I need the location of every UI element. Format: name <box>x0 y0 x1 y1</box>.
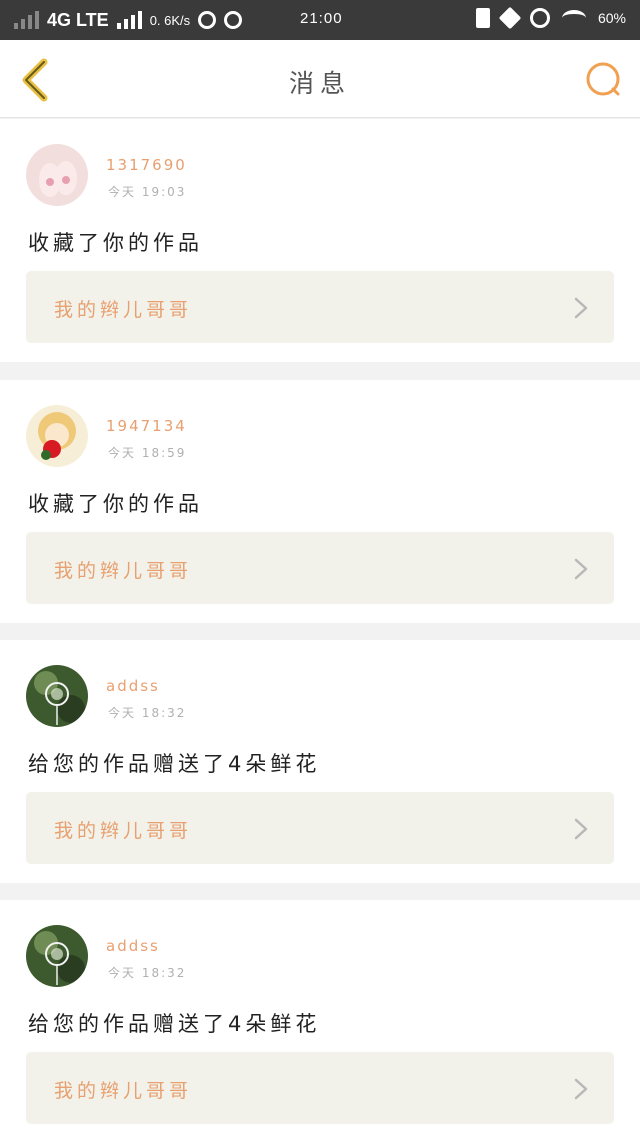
user-avatar[interactable] <box>26 925 88 987</box>
user-avatar[interactable] <box>26 665 88 727</box>
work-link[interactable]: 我的辫儿哥哥 <box>26 271 614 343</box>
sync-icon <box>224 11 243 29</box>
message-text: 收藏了你的作品 <box>28 231 203 255</box>
wifi-icon <box>561 10 586 26</box>
message-card: addss 今天 18:32 给您的作品赠送了4朵鲜花 我的辫儿哥哥 <box>0 900 640 1138</box>
search-button[interactable] <box>584 60 624 100</box>
wind-chime-avatar-icon <box>26 925 88 987</box>
work-link[interactable]: 我的辫儿哥哥 <box>26 792 614 864</box>
anime-girl-avatar-icon <box>26 405 88 467</box>
signal-strength-icon <box>116 11 142 29</box>
qq-icon <box>198 11 217 29</box>
work-title: 我的辫儿哥哥 <box>54 820 193 842</box>
message-text: 收藏了你的作品 <box>28 492 203 516</box>
username[interactable]: addss <box>106 677 160 695</box>
network-label: 4G LTE <box>47 9 109 30</box>
nav-header: 消息 <box>0 40 640 118</box>
search-icon <box>586 62 620 96</box>
work-title: 我的辫儿哥哥 <box>54 560 193 582</box>
message-card: 1947134 今天 18:59 收藏了你的作品 我的辫儿哥哥 <box>0 380 640 623</box>
message-text: 给您的作品赠送了4朵鲜花 <box>28 752 321 776</box>
page-title: 消息 <box>288 69 351 98</box>
wind-chime-avatar-icon <box>26 665 88 727</box>
message-time: 今天 19:03 <box>108 185 187 199</box>
message-card: addss 今天 18:32 给您的作品赠送了4朵鲜花 我的辫儿哥哥 <box>0 640 640 883</box>
work-link[interactable]: 我的辫儿哥哥 <box>26 1052 614 1124</box>
work-title: 我的辫儿哥哥 <box>54 299 193 321</box>
work-link[interactable]: 我的辫儿哥哥 <box>26 532 614 604</box>
work-title: 我的辫儿哥哥 <box>54 1080 193 1102</box>
mute-icon <box>498 6 522 30</box>
chevron-right-icon <box>574 818 588 840</box>
chevron-right-icon <box>574 297 588 319</box>
chevron-right-icon <box>574 1078 588 1100</box>
message-card: 1317690 今天 19:03 收藏了你的作品 我的辫儿哥哥 <box>0 119 640 362</box>
user-avatar[interactable] <box>26 144 88 206</box>
network-speed: 0. 6K/s <box>149 12 191 28</box>
status-bar: 4G LTE 0. 6K/s 21:00 60% <box>0 0 640 40</box>
message-time: 今天 18:32 <box>108 966 187 980</box>
username[interactable]: addss <box>106 937 160 955</box>
chevron-right-icon <box>574 558 588 580</box>
battery-percent: 60% <box>597 10 626 26</box>
message-time: 今天 18:32 <box>108 706 187 720</box>
username[interactable]: 1947134 <box>106 417 187 435</box>
message-time: 今天 18:59 <box>108 446 187 460</box>
clock-time: 21:00 <box>300 10 343 27</box>
battery-saver-icon <box>475 8 490 28</box>
user-avatar[interactable] <box>26 405 88 467</box>
username[interactable]: 1317690 <box>106 156 187 174</box>
signal-icon <box>14 11 39 29</box>
pink-slippers-avatar-icon <box>26 144 88 206</box>
message-text: 给您的作品赠送了4朵鲜花 <box>28 1012 321 1036</box>
alarm-icon <box>529 8 550 28</box>
